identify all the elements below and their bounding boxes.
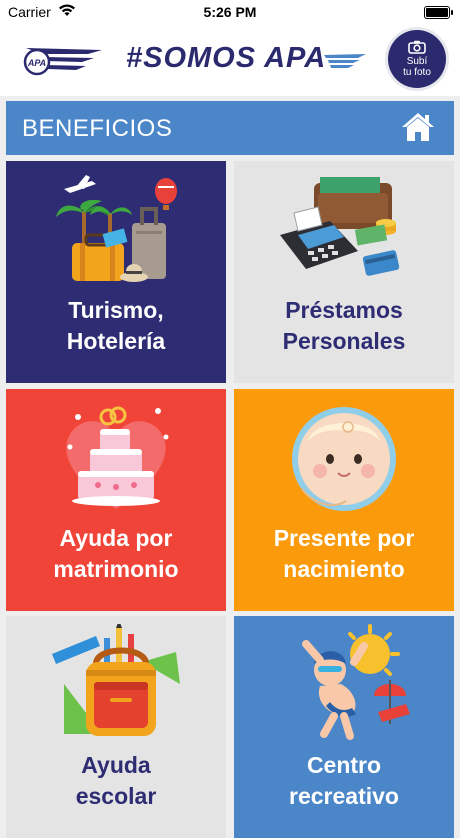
tile-label-line1: Presente por (273, 525, 415, 551)
upload-photo-label-line1: Subí (406, 56, 428, 67)
tile-label-line2: escolar (75, 783, 157, 809)
app-header: APA #SOMOS APA Subí tu foto (0, 24, 460, 96)
pool-swimmer-icon (302, 624, 410, 740)
tile-label: Presente por nacimiento (234, 523, 454, 585)
clock: 5:26 PM (203, 4, 257, 20)
battery-icon (424, 6, 453, 19)
tile-matrimonio[interactable]: Ayuda por matrimonio (6, 389, 226, 611)
tile-escolar[interactable]: Ayuda escolar (6, 616, 226, 838)
upload-photo-button[interactable]: Subí tu foto (388, 30, 446, 88)
upload-photo-label-line2: tu foto (403, 67, 431, 78)
apa-logo: APA (22, 42, 104, 87)
tile-label: Ayuda por matrimonio (6, 523, 226, 585)
tile-label: Préstamos Personales (234, 295, 454, 357)
tile-label: Ayuda escolar (6, 750, 226, 812)
tile-turismo[interactable]: Turismo, Hotelería (6, 161, 226, 383)
apa-logo-text: APA (27, 58, 46, 68)
tile-recreativo[interactable]: Centro recreativo (234, 616, 454, 838)
travel-icon (56, 175, 177, 282)
brand-title: #SOMOS APA (126, 42, 327, 74)
wedding-cake-icon (66, 406, 169, 509)
tile-prestamos[interactable]: Préstamos Personales (234, 161, 454, 383)
school-backpack-icon (52, 624, 180, 736)
tile-label-line2: recreativo (289, 783, 399, 809)
tile-label-line2: Hotelería (66, 328, 166, 354)
camera-icon (408, 40, 426, 54)
wallet-pos-icon (280, 177, 400, 276)
baby-icon (292, 407, 396, 511)
tile-label-line1: Préstamos (285, 297, 403, 323)
tile-label-line1: Centro (306, 752, 382, 778)
section-header: BENEFICIOS (6, 101, 454, 155)
tile-label-line1: Ayuda por (59, 525, 173, 551)
upload-photo-label: Subí tu foto (388, 56, 446, 78)
status-bar: Carrier 5:26 PM (0, 0, 460, 24)
section-title: BENEFICIOS (22, 115, 173, 142)
tile-label-line2: nacimiento (283, 556, 405, 582)
brand-wing-icon (324, 54, 366, 68)
tile-label-line2: Personales (282, 328, 406, 354)
tile-label: Turismo, Hotelería (6, 295, 226, 357)
tile-label-line1: Turismo, (68, 297, 164, 323)
home-icon[interactable] (400, 111, 436, 143)
tile-label-line1: Ayuda (81, 752, 151, 778)
tile-label-line2: matrimonio (53, 556, 179, 582)
tile-label: Centro recreativo (234, 750, 454, 812)
tile-nacimiento[interactable]: Presente por nacimiento (234, 389, 454, 611)
